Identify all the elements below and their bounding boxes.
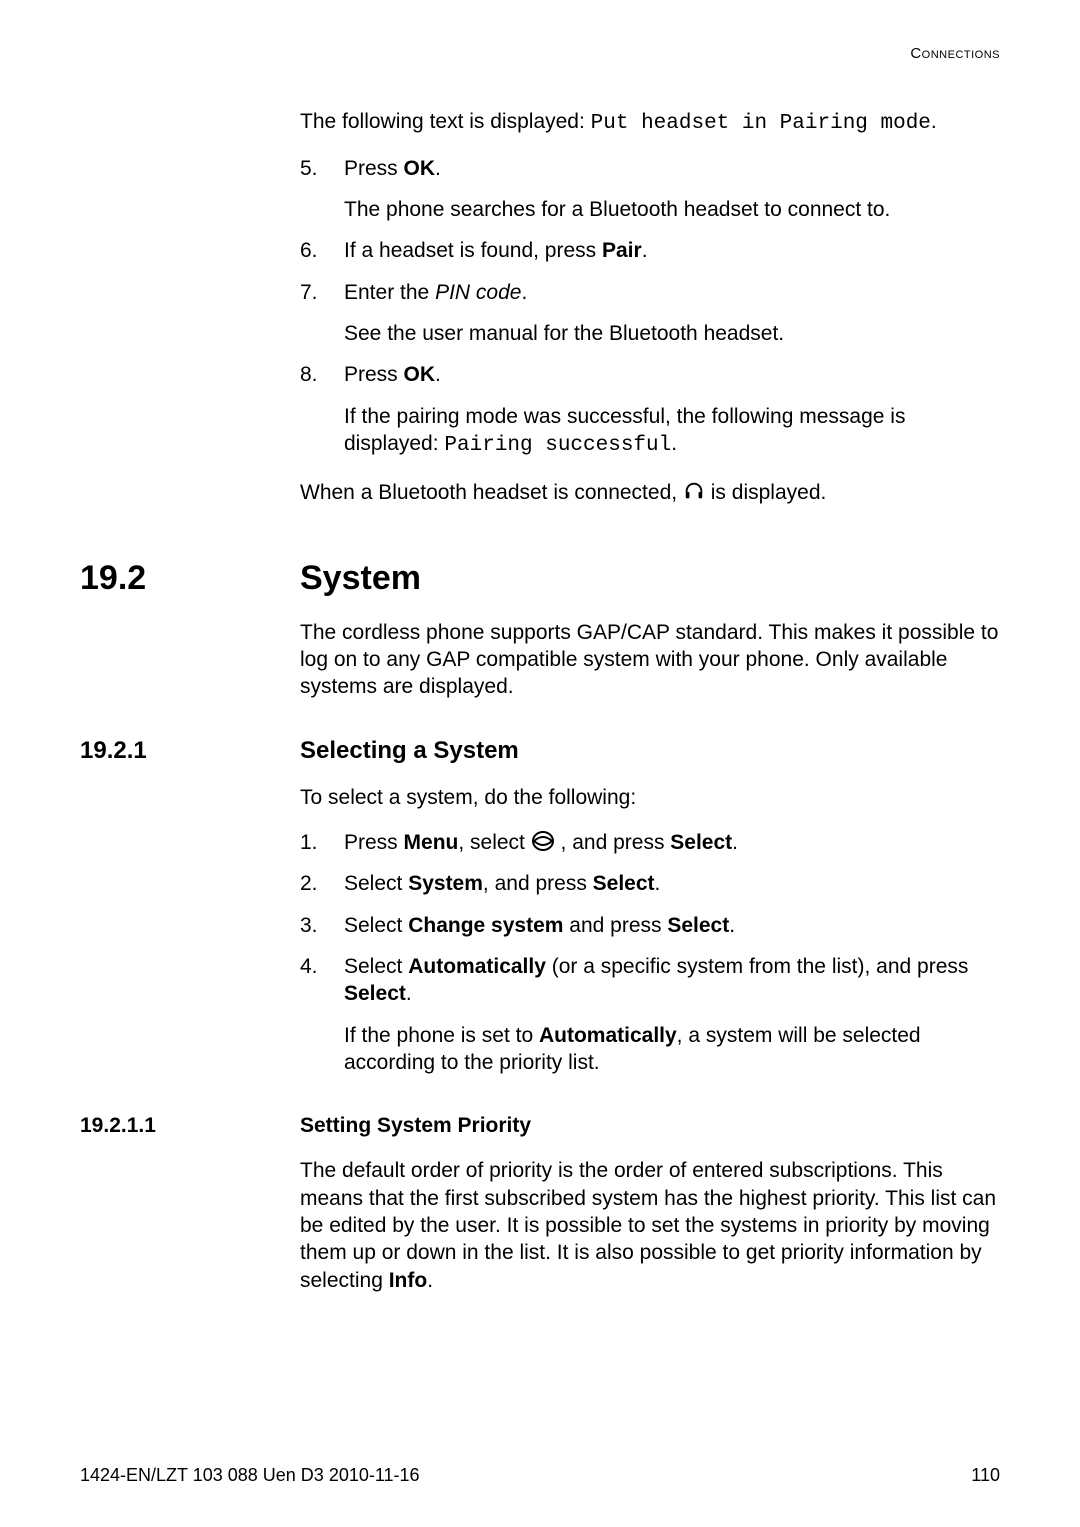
step-number: 3. (300, 912, 344, 939)
text: . (931, 110, 937, 133)
list-item: 1. Press Menu, select , and press Select… (300, 829, 1000, 856)
text-bold: Select (667, 914, 729, 937)
text-bold: Pair (602, 239, 642, 262)
text: , and press (483, 872, 593, 895)
text-bold: Info (389, 1269, 427, 1292)
list-item: 5. Press OK. The phone searches for a Bl… (300, 155, 1000, 224)
step-body: Press OK. If the pairing mode was succes… (344, 361, 1000, 459)
text: See the user manual for the Bluetooth he… (344, 320, 1000, 347)
text-bold: System (408, 872, 483, 895)
bluetooth-connected-note: When a Bluetooth headset is connected, i… (300, 479, 1000, 506)
step-number: 4. (300, 953, 344, 1076)
text: If the phone is set to (344, 1024, 539, 1047)
list-item: 7. Enter the PIN code. See the user manu… (300, 279, 1000, 348)
text: Press (344, 831, 404, 854)
step-body: Select Automatically (or a specific syst… (344, 953, 1000, 1076)
body-column: The following text is displayed: Put hea… (300, 108, 1000, 507)
intro-paragraph: The following text is displayed: Put hea… (300, 108, 1000, 137)
section-heading-19-2-1-1: 19.2.1.1 Setting System Priority (80, 1112, 1000, 1139)
text: Select (344, 914, 408, 937)
step-number: 5. (300, 155, 344, 224)
text: is displayed. (711, 481, 827, 504)
connections-icon (531, 830, 555, 852)
step-list-b: 1. Press Menu, select , and press Select… (300, 829, 1000, 1076)
step-list-a: 5. Press OK. The phone searches for a Bl… (300, 155, 1000, 459)
text: When a Bluetooth headset is connected, (300, 481, 683, 504)
step-number: 8. (300, 361, 344, 459)
section-number: 19.2 (80, 556, 300, 600)
text: Press (344, 157, 404, 180)
text-bold: Select (344, 982, 406, 1005)
text: . (732, 831, 738, 854)
header-title: Connections (910, 45, 1000, 62)
page-header: Connections (80, 44, 1000, 64)
step-number: 6. (300, 237, 344, 264)
text: If a headset is found, press (344, 239, 602, 262)
list-item: 6. If a headset is found, press Pair. (300, 237, 1000, 264)
section-body: The default order of priority is the ord… (300, 1157, 1000, 1293)
page-footer: 1424-EN/LZT 103 088 Uen D3 2010-11-16 11… (80, 1464, 1000, 1487)
text: The cordless phone supports GAP/CAP stan… (300, 619, 1000, 701)
section-title: Setting System Priority (300, 1112, 1000, 1139)
section-heading-19-2-1: 19.2.1 Selecting a System (80, 735, 1000, 766)
text: . (521, 281, 527, 304)
step-number: 7. (300, 279, 344, 348)
step-body: Select Change system and press Select. (344, 912, 1000, 939)
text: Enter the (344, 281, 435, 304)
text: (or a specific system from the list), an… (546, 955, 968, 978)
text-bold: Menu (404, 831, 459, 854)
step-body: Press Menu, select , and press Select. (344, 829, 1000, 856)
footer-page-number: 110 (971, 1464, 1000, 1487)
text: The phone searches for a Bluetooth heads… (344, 196, 1000, 223)
text-bold: Automatically (408, 955, 546, 978)
text: and press (563, 914, 667, 937)
section-body: To select a system, do the following: 1.… (300, 784, 1000, 1076)
text: . (435, 157, 441, 180)
step-body: Enter the PIN code. See the user manual … (344, 279, 1000, 348)
text: . (406, 982, 412, 1005)
step-number: 2. (300, 870, 344, 897)
step-number: 1. (300, 829, 344, 856)
list-item: 8. Press OK. If the pairing mode was suc… (300, 361, 1000, 459)
list-item: 2. Select System, and press Select. (300, 870, 1000, 897)
step-body: If a headset is found, press Pair. (344, 237, 1000, 264)
text: . (427, 1269, 433, 1292)
text: To select a system, do the following: (300, 784, 1000, 811)
section-title: System (300, 556, 1000, 600)
text: Select (344, 955, 408, 978)
page: Connections The following text is displa… (0, 0, 1080, 1527)
text: The following text is displayed: (300, 110, 591, 133)
headset-icon (683, 480, 705, 502)
text: . (729, 914, 735, 937)
text-bold: Select (593, 872, 655, 895)
text-bold: Change system (408, 914, 563, 937)
section-heading-19-2: 19.2 System (80, 556, 1000, 600)
text: . (642, 239, 648, 262)
text: , and press (555, 831, 671, 854)
text-bold: OK (404, 363, 436, 386)
text: . (435, 363, 441, 386)
footer-left: 1424-EN/LZT 103 088 Uen D3 2010-11-16 (80, 1464, 420, 1487)
section-title: Selecting a System (300, 735, 1000, 766)
text-bold: Automatically (539, 1024, 677, 1047)
text: Select (344, 872, 408, 895)
section-number: 19.2.1 (80, 735, 300, 766)
text: , select (458, 831, 530, 854)
code-text: Pairing successful (444, 434, 671, 457)
text-italic: PIN code (435, 281, 521, 304)
text-bold: OK (404, 157, 436, 180)
text: . (671, 432, 677, 455)
step-body: Select System, and press Select. (344, 870, 1000, 897)
text-bold: Select (670, 831, 732, 854)
section-number: 19.2.1.1 (80, 1112, 300, 1139)
text: The default order of priority is the ord… (300, 1157, 1000, 1293)
step-body: Press OK. The phone searches for a Bluet… (344, 155, 1000, 224)
section-body: The cordless phone supports GAP/CAP stan… (300, 619, 1000, 701)
text: Press (344, 363, 404, 386)
text: . (655, 872, 661, 895)
list-item: 4. Select Automatically (or a specific s… (300, 953, 1000, 1076)
list-item: 3. Select Change system and press Select… (300, 912, 1000, 939)
code-text: Put headset in Pairing mode (591, 112, 931, 135)
